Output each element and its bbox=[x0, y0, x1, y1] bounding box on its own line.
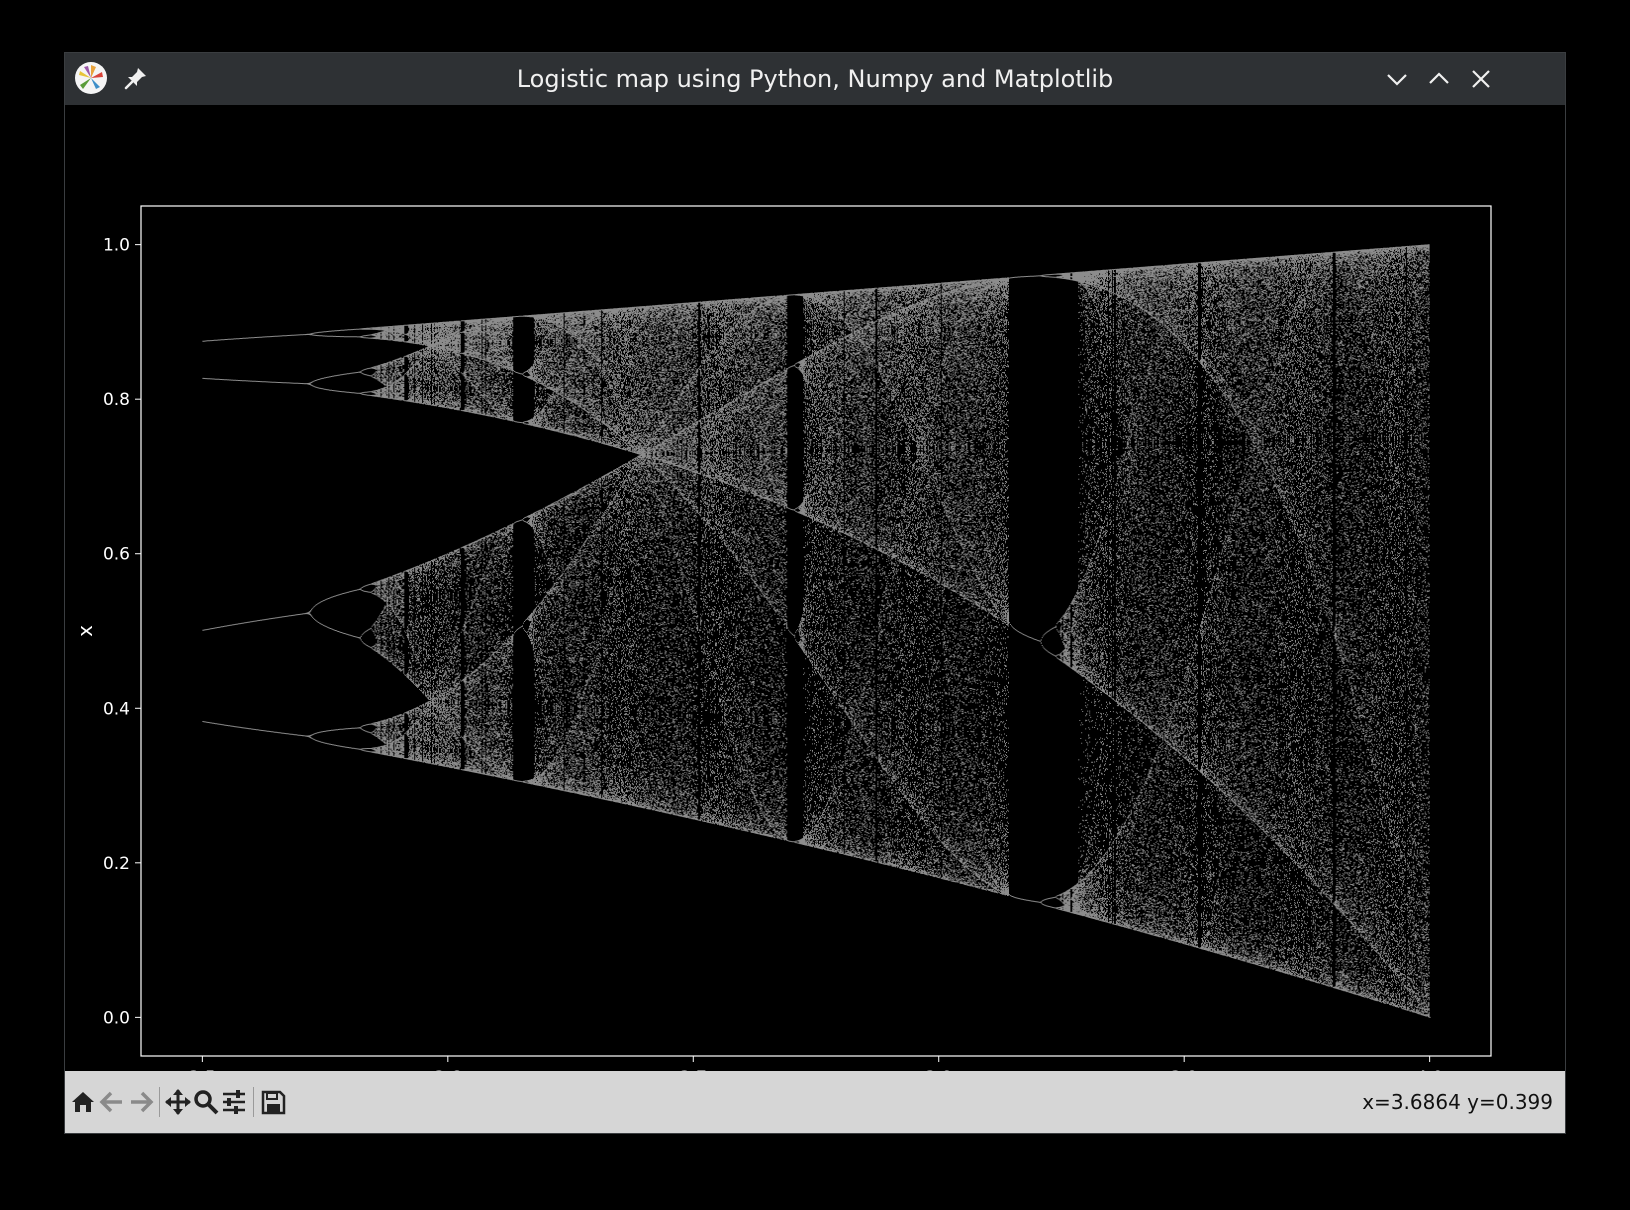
plot-window: Logistic map using Python, Numpy and Mat… bbox=[64, 52, 1566, 1134]
magnifier-icon[interactable] bbox=[192, 1088, 220, 1116]
chevron-down-icon[interactable] bbox=[1383, 65, 1411, 93]
home-icon[interactable] bbox=[69, 1088, 97, 1116]
x-axis-ticks: 3.53.63.73.83.94.0 bbox=[189, 1056, 1443, 1071]
y-tick-label: 0.4 bbox=[103, 699, 130, 719]
toolbar-separator bbox=[253, 1087, 254, 1117]
toolbar-separator bbox=[159, 1087, 160, 1117]
figure-canvas[interactable]: 3.53.63.73.83.94.0 0.00.20.40.60.81.0 a … bbox=[65, 105, 1565, 1071]
cursor-coordinates: x=3.6864 y=0.399 bbox=[1362, 1071, 1553, 1133]
navigation-toolbar: x=3.6864 y=0.399 bbox=[65, 1071, 1565, 1133]
arrow-right-icon[interactable] bbox=[127, 1088, 155, 1116]
y-tick-label: 0.8 bbox=[103, 390, 130, 410]
move-icon[interactable] bbox=[164, 1088, 192, 1116]
title-bar[interactable]: Logistic map using Python, Numpy and Mat… bbox=[65, 53, 1565, 105]
y-tick-label: 0.6 bbox=[103, 545, 130, 565]
bifurcation-chart[interactable]: 3.53.63.73.83.94.0 0.00.20.40.60.81.0 a … bbox=[65, 105, 1565, 1071]
y-tick-label: 0.0 bbox=[103, 1008, 130, 1028]
chevron-up-icon[interactable] bbox=[1425, 65, 1453, 93]
axes-frame bbox=[141, 206, 1491, 1056]
window-title: Logistic map using Python, Numpy and Mat… bbox=[65, 53, 1565, 105]
y-tick-label: 0.2 bbox=[103, 854, 130, 874]
arrow-left-icon[interactable] bbox=[98, 1088, 126, 1116]
sliders-icon[interactable] bbox=[220, 1088, 248, 1116]
y-axis-label: x bbox=[73, 625, 97, 637]
y-axis-ticks: 0.0 0.2 0.4 0.6 0.8 1.0 bbox=[103, 236, 141, 1029]
floppy-disk-icon[interactable] bbox=[259, 1088, 287, 1116]
close-icon[interactable] bbox=[1467, 65, 1495, 93]
y-tick-label: 1.0 bbox=[103, 236, 130, 256]
